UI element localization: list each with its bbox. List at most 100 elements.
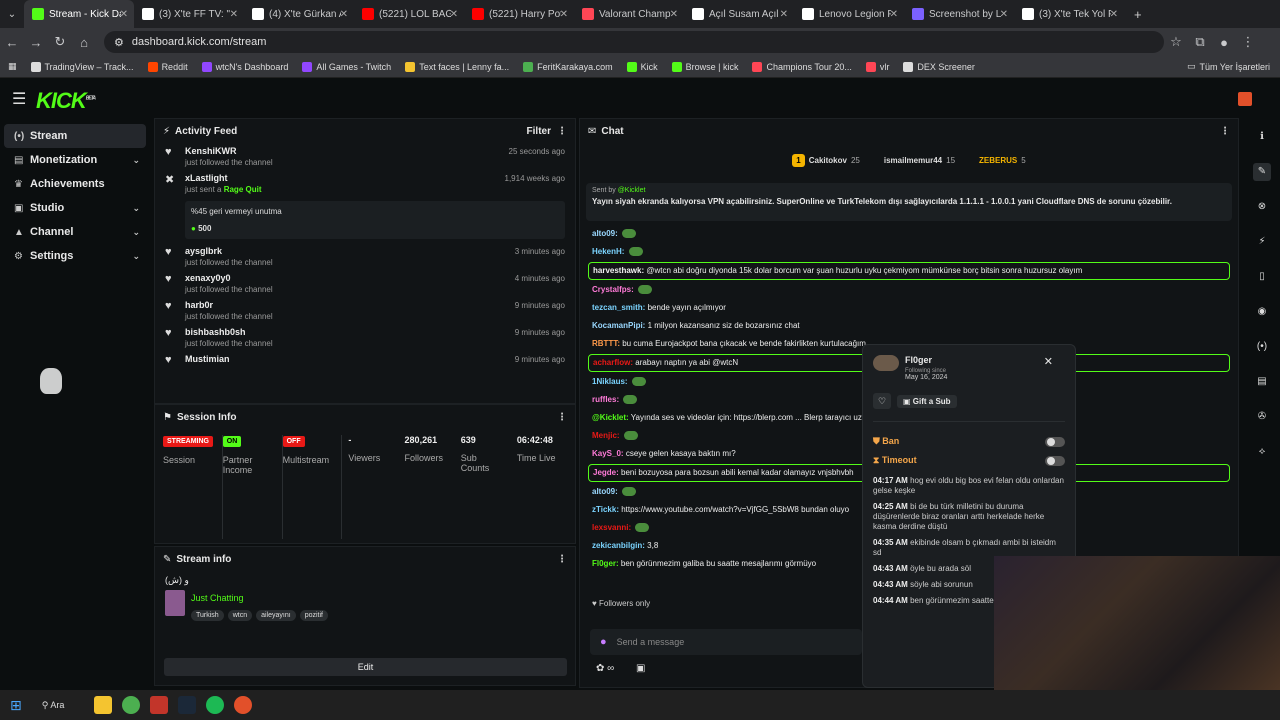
target-icon[interactable]: ⊗: [1253, 198, 1271, 216]
clipboard-icon[interactable]: ▯: [1253, 268, 1271, 286]
feed-user[interactable]: aysglbrk: [185, 246, 273, 256]
category-name[interactable]: Just Chatting: [191, 593, 332, 603]
browser-tab[interactable]: Lenovo Legion Pro✕: [794, 0, 904, 28]
feed-user[interactable]: Mustimian: [185, 354, 230, 364]
tab-close-icon[interactable]: ✕: [560, 9, 568, 20]
url-field[interactable]: ⚙ dashboard.kick.com/stream: [104, 31, 1164, 53]
browser-tab[interactable]: (5221) Harry Potte✕: [464, 0, 574, 28]
chat-username[interactable]: alto09:: [592, 229, 618, 238]
tab-close-icon[interactable]: ✕: [120, 9, 128, 20]
bookmark-item[interactable]: Text faces | Lenny fa...: [405, 61, 509, 72]
close-icon[interactable]: ✕: [1044, 355, 1053, 368]
app-icon[interactable]: [234, 696, 253, 714]
chat-bubble-icon[interactable]: ◉: [1253, 303, 1271, 321]
bookmark-item[interactable]: All Games - Twitch: [302, 61, 391, 72]
tab-close-icon[interactable]: ✕: [780, 9, 788, 20]
hamburger-menu-icon[interactable]: ☰: [12, 89, 26, 109]
bookmark-item[interactable]: FeritKarakaya.com: [523, 61, 613, 72]
profile-icon[interactable]: ●: [1212, 35, 1236, 50]
tab-close-icon[interactable]: ✕: [230, 9, 238, 20]
bookmark-star-icon[interactable]: ☆: [1164, 34, 1188, 50]
chat-username[interactable]: acharflow:: [593, 358, 633, 367]
chat-input[interactable]: ● Send a message: [590, 629, 862, 655]
sidebar-item-studio[interactable]: ▣ Studio ⌄: [4, 196, 146, 220]
user-avatar[interactable]: [1238, 92, 1252, 106]
chat-username[interactable]: Menjic:: [592, 431, 620, 440]
leaderboard-entry[interactable]: ZEBERUS 5: [979, 156, 1026, 165]
tab-close-icon[interactable]: ✕: [1110, 9, 1118, 20]
feed-user[interactable]: xLastlight: [185, 173, 261, 183]
chat-username[interactable]: zTickk:: [592, 505, 619, 514]
apps-grid-icon[interactable]: ▦: [8, 61, 17, 72]
sidebar-item-stream[interactable]: (•) Stream: [4, 124, 146, 148]
edit-stream-button[interactable]: Edit: [164, 658, 567, 676]
tab-close-icon[interactable]: ✕: [1000, 9, 1008, 20]
broadcast-icon[interactable]: (•): [1253, 338, 1271, 356]
share-icon[interactable]: ⟡: [1253, 443, 1271, 461]
all-bookmarks[interactable]: ▭ Tüm Yer İşaretleri: [1187, 61, 1280, 72]
tab-close-icon[interactable]: ✕: [450, 9, 458, 20]
emote-icon[interactable]: ✿ ∞: [596, 663, 614, 674]
leaderboard-entry[interactable]: ismailmemur44 15: [884, 156, 955, 165]
bookmark-item[interactable]: Kick: [626, 61, 658, 72]
browser-tab[interactable]: Stream - Kick Das✕: [24, 0, 134, 28]
tab-search-icon[interactable]: ⌄: [0, 9, 24, 20]
bookmark-item[interactable]: TradingView – Track...: [30, 61, 134, 72]
user-card-name[interactable]: Fl0ger: [905, 355, 947, 365]
sidebar-item-channel[interactable]: ▲ Channel ⌄: [4, 220, 146, 244]
feed-user[interactable]: xenaxy0y0: [185, 273, 273, 283]
chat-username[interactable]: tezcan_smith:: [592, 303, 645, 312]
wrench-icon[interactable]: ✇: [1253, 408, 1271, 426]
more-options-icon[interactable]: ⋮: [1220, 126, 1230, 137]
app-icon[interactable]: [150, 696, 169, 714]
chat-username[interactable]: 1Niklaus:: [592, 377, 628, 386]
bookmark-item[interactable]: vlr: [865, 61, 889, 72]
timeout-toggle[interactable]: [1045, 455, 1065, 466]
browser-tab[interactable]: (4) X'te Gürkan Al ✕: [244, 0, 354, 28]
browser-tab[interactable]: (3) X'te FF TV: " ✕: [134, 0, 244, 28]
chat-username[interactable]: lexsvanni:: [592, 523, 631, 532]
taskbar-search[interactable]: ⚲ Ara: [42, 700, 65, 711]
filter-button[interactable]: Filter: [527, 126, 551, 137]
stream-tag[interactable]: pozitif: [299, 610, 328, 621]
bookmark-item[interactable]: Reddit: [147, 61, 188, 72]
more-options-icon[interactable]: ⋮: [557, 126, 567, 137]
browser-tab[interactable]: Valorant Champio ✕: [574, 0, 684, 28]
chat-username[interactable]: @Kicklet:: [592, 413, 629, 422]
tab-close-icon[interactable]: ✕: [890, 9, 898, 20]
feed-user[interactable]: KenshiKWR: [185, 146, 273, 156]
back-icon[interactable]: ←: [0, 35, 24, 50]
chat-username[interactable]: KocamanPipi:: [592, 321, 645, 330]
chrome-icon[interactable]: [122, 696, 141, 714]
bookmark-item[interactable]: Browse | kick: [671, 61, 738, 72]
feed-user[interactable]: bishbashb0sh: [185, 327, 273, 337]
kick-logo[interactable]: KICKBETA: [36, 88, 96, 114]
spotify-icon[interactable]: [206, 696, 225, 714]
chat-username[interactable]: harvesthawk:: [593, 266, 644, 275]
new-tab-icon[interactable]: +: [1124, 7, 1152, 22]
gift-sub-button[interactable]: ▣ Gift a Sub: [897, 394, 957, 408]
browser-tab[interactable]: (5221) LOL BAĞIM✕: [354, 0, 464, 28]
bookmark-item[interactable]: Champions Tour 20...: [752, 61, 852, 72]
more-options-icon[interactable]: ⋮: [557, 412, 567, 423]
site-info-icon[interactable]: ⚙: [114, 36, 124, 49]
stream-tag[interactable]: aileyayını: [256, 610, 296, 621]
grid-icon[interactable]: ▤: [1253, 373, 1271, 391]
more-options-icon[interactable]: ⋮: [557, 554, 567, 565]
windows-start-icon[interactable]: ⊞: [10, 697, 22, 714]
extensions-icon[interactable]: ⧉: [1188, 34, 1212, 50]
chat-username[interactable]: ruffles:: [592, 395, 619, 404]
chat-username[interactable]: alto09:: [592, 487, 618, 496]
sidebar-item-monetization[interactable]: ▤ Monetization ⌄: [4, 148, 146, 172]
leaderboard-entry[interactable]: 1 Cakitokov 25: [792, 153, 860, 167]
chat-username[interactable]: HekenH:: [592, 247, 624, 256]
tab-close-icon[interactable]: ✕: [670, 9, 678, 20]
chat-username[interactable]: zekicanbilgin:: [592, 541, 645, 550]
heart-icon[interactable]: ♡: [873, 393, 891, 409]
bookmark-item[interactable]: wtcN's Dashboard: [201, 61, 288, 72]
file-explorer-icon[interactable]: [94, 696, 113, 714]
steam-icon[interactable]: [178, 696, 197, 714]
home-icon[interactable]: ⌂: [72, 35, 96, 50]
pinned-user[interactable]: @Kicklet: [618, 187, 646, 194]
bolt-icon[interactable]: ⚡: [1253, 233, 1271, 251]
